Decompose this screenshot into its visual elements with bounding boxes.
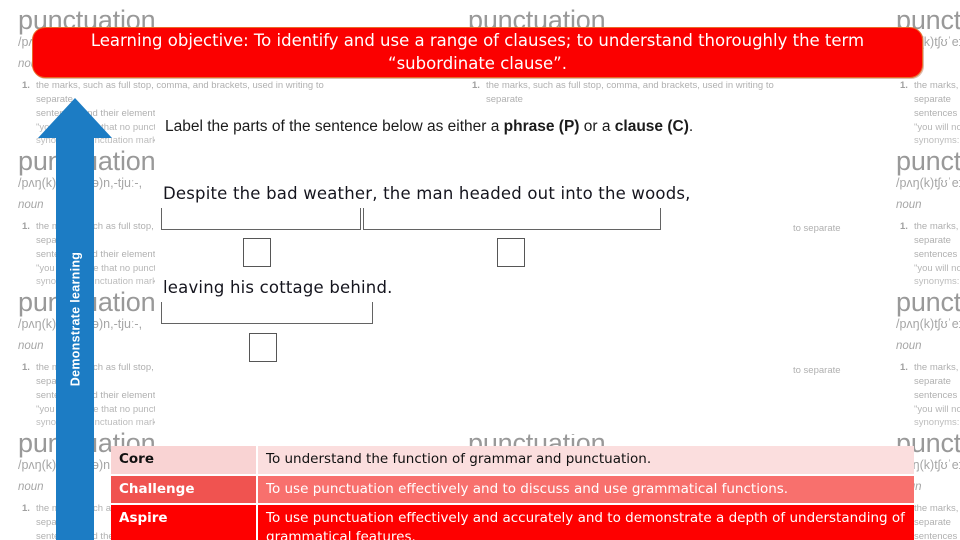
learning-objective-text: Learning objective: To identify and use … [90, 30, 865, 73]
clause-bracket-2 [363, 208, 661, 230]
clause-bracket-3 [161, 302, 373, 324]
dictionary-word: punctuation [896, 146, 960, 176]
answer-box-2[interactable] [497, 238, 525, 267]
instruction-phrase-term: phrase (P) [503, 118, 580, 135]
dictionary-definition-number: 1. [22, 503, 30, 515]
answer-box-1[interactable] [243, 238, 271, 267]
arrow-label: Demonstrate learning [68, 251, 83, 387]
instruction-prefix: Label the parts of the sentence below as… [165, 118, 504, 135]
dictionary-definition-body: the marks, such as full stop, comma, and… [914, 502, 960, 540]
worksheet-panel: Label the parts of the sentence below as… [155, 104, 792, 434]
level-label-challenge: Challenge [111, 473, 256, 504]
worksheet-sentence-line-1: Despite the bad weather, the man headed … [163, 184, 691, 203]
background-fragment-to-separate-upper: to separate [793, 223, 841, 234]
dictionary-definition-quote: "you will notice that no punctuation is … [914, 121, 960, 133]
dictionary-part-of-speech: noun [896, 340, 922, 353]
dictionary-definition: 1. the marks, such as full stop, comma, … [896, 220, 960, 289]
dictionary-definition-line1: the marks, such as full stop, comma, and… [914, 80, 960, 106]
dictionary-phonetic: /pʌŋ(k)tʃʊˈeɪʃ(ə)n,-tjuː-, [896, 176, 960, 191]
dictionary-definition: 1. the marks, such as full stop, comma, … [896, 79, 960, 148]
dictionary-definition-quote: "you will notice that no punctuation is … [914, 262, 960, 274]
dictionary-definition-line1: the marks, such as full stop, comma, and… [914, 221, 960, 247]
table-row: Aspire To use punctuation effectively an… [111, 503, 914, 540]
dictionary-definition-number: 1. [900, 221, 908, 233]
dictionary-definition-body: the marks, such as full stop, comma, and… [914, 220, 960, 289]
instruction-suffix: . [688, 118, 694, 135]
arrow-label-wrap: Demonstrate learning [38, 98, 112, 540]
level-description-core: To understand the function of grammar an… [256, 446, 914, 474]
worksheet-instruction: Label the parts of the sentence below as… [165, 118, 693, 136]
table-row: Core To understand the function of gramm… [111, 446, 914, 474]
dictionary-definition-body: the marks, such as full stop, comma, and… [914, 79, 960, 148]
dictionary-definition: 1. the marks, such as full stop, comma, … [896, 361, 960, 430]
dictionary-definition-number: 1. [900, 362, 908, 374]
background-fragment-to-separate-lower: to separate [793, 365, 841, 376]
slide-canvas: punctuation /pʌŋ(k)tʃʊˈeɪʃ(ə)n,-tjuː-, n… [0, 0, 960, 540]
dictionary-definition-number: 1. [22, 221, 30, 233]
dictionary-part-of-speech: noun [896, 199, 922, 212]
dictionary-word: punctuation [896, 287, 960, 317]
dictionary-definition-number: 1. [900, 80, 908, 92]
dictionary-definition-line2: sentences and their elements and to clar… [914, 530, 960, 540]
learning-objective-banner: Learning objective: To identify and use … [32, 27, 923, 78]
level-label-aspire: Aspire [111, 503, 256, 540]
demonstrate-learning-arrow: Demonstrate learning [38, 98, 112, 540]
table-row: Challenge To use punctuation effectively… [111, 473, 914, 504]
dictionary-definition-line2: sentences and their elements and to clar… [914, 107, 960, 119]
dictionary-tile: punctuation /pʌŋ(k)tʃʊˈeɪʃ(ə)n,-tjuː-, n… [896, 147, 960, 289]
dictionary-definition-body: the marks, such as full stop, comma, and… [914, 361, 960, 430]
dictionary-tile: punctuation /pʌŋ(k)tʃʊˈeɪʃ(ə)n,-tjuː-, n… [896, 288, 960, 430]
level-description-challenge: To use punctuation effectively and to di… [256, 473, 914, 504]
instruction-clause-term: clause (C) [614, 118, 689, 135]
dictionary-definition-line1: the marks, such as full stop, comma, and… [914, 362, 960, 388]
level-label-core: Core [111, 446, 256, 474]
dictionary-definition-line1: the marks, such as full stop, comma, and… [486, 80, 774, 106]
dictionary-definition-number: 1. [22, 362, 30, 374]
instruction-middle: or a [579, 118, 615, 135]
dictionary-definition-line1: the marks, such as full stop, comma, and… [914, 503, 960, 529]
dictionary-definition-number: 1. [22, 80, 30, 92]
clause-bracket-1 [161, 208, 361, 230]
dictionary-definition-line2: sentences and their elements and to clar… [914, 389, 960, 401]
level-description-aspire: To use punctuation effectively and accur… [256, 503, 914, 540]
answer-box-3[interactable] [249, 333, 277, 362]
worksheet-sentence-line-2: leaving his cottage behind. [163, 278, 393, 297]
dictionary-definition-quote: "you will notice that no punctuation is … [914, 403, 960, 415]
dictionary-definition-line2: sentences and their elements and to clar… [914, 248, 960, 260]
differentiation-table: Core To understand the function of gramm… [111, 446, 914, 540]
dictionary-phonetic: /pʌŋ(k)tʃʊˈeɪʃ(ə)n,-tjuː-, [896, 317, 960, 332]
